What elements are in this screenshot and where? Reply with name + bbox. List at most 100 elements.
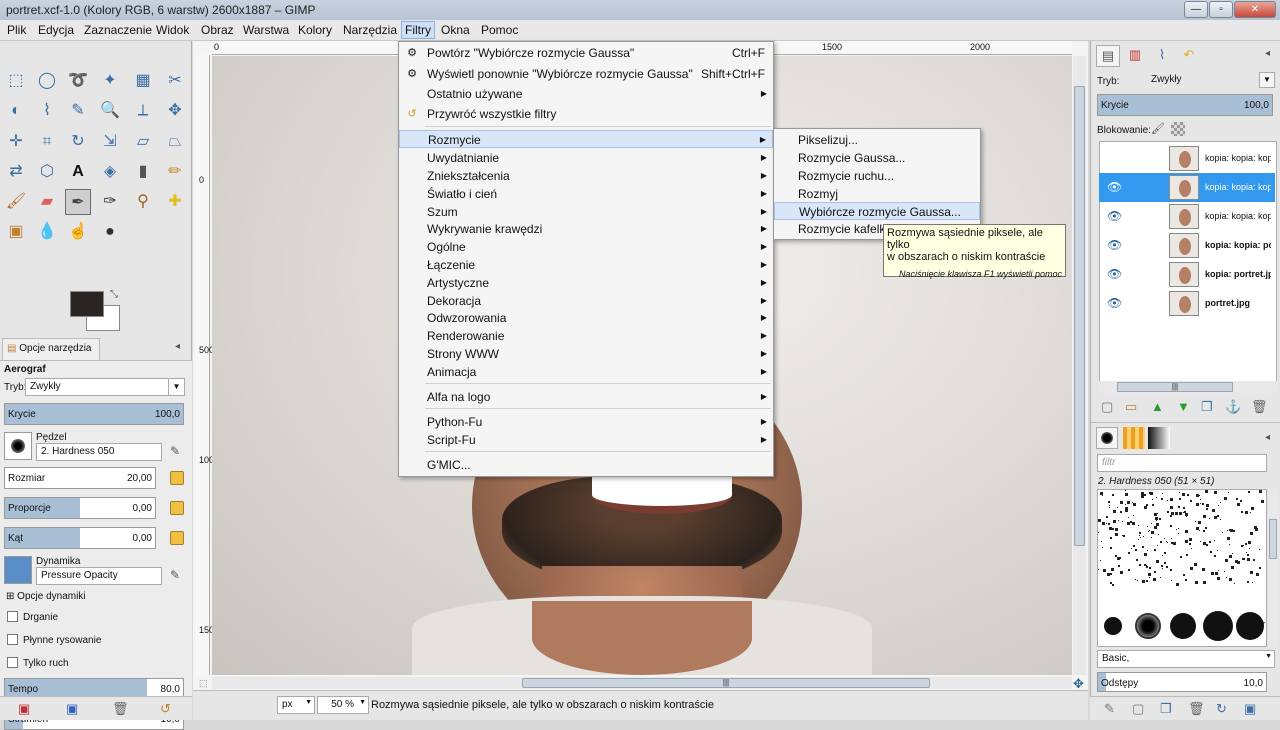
gradient-icon[interactable]: ▮	[130, 159, 156, 185]
swap-colors-icon[interactable]: ⤡	[110, 289, 118, 300]
quick-mask-icon[interactable]: ⬚	[199, 678, 208, 689]
paintbrush-icon[interactable]: 🖌	[3, 189, 29, 215]
brush-preset[interactable]	[1104, 617, 1122, 635]
minimize-button[interactable]: —	[1184, 1, 1208, 18]
delete-layer-icon[interactable]: 🗑	[1251, 399, 1268, 415]
zoom-icon[interactable]: 🔍	[97, 98, 123, 124]
brush-grid[interactable]: ★	[1097, 489, 1267, 647]
menu-tools[interactable]: Narzędzia	[343, 23, 397, 37]
cage-icon[interactable]: ⬡	[34, 159, 60, 185]
menu-group-edge-detect[interactable]: Wykrywanie krawędzi ▶	[399, 220, 773, 238]
tab-channels-icon[interactable]: ▥	[1123, 45, 1147, 67]
menu-group-generic[interactable]: Ogólne ▶	[399, 238, 773, 256]
layer-row[interactable]: kopia: kopia: kop	[1099, 144, 1275, 173]
menu-select[interactable]: Zaznaczenie	[84, 23, 152, 37]
brush-tag-field[interactable]: Basic, ▼	[1097, 650, 1275, 668]
menu-group-light-shadow[interactable]: Światło i cień ▶	[399, 185, 773, 203]
layers-hscroll[interactable]: |||	[1099, 381, 1277, 393]
tab-paths-icon[interactable]: ⌇	[1150, 45, 1174, 67]
scale-icon[interactable]: ⇲	[97, 129, 123, 155]
ink-icon[interactable]: ✑	[97, 189, 123, 215]
tab-undo-icon[interactable]: ↶	[1177, 45, 1201, 67]
tab-layers-icon[interactable]: ▤	[1096, 45, 1120, 67]
flip-icon[interactable]: ⇄	[3, 159, 29, 185]
layer-row[interactable]: 👁 kopia: kopia: po	[1099, 231, 1275, 260]
visibility-eye-icon[interactable]: 👁	[1107, 296, 1122, 310]
delete-options-icon[interactable]: 🗑	[112, 701, 129, 717]
lock-pixels-icon[interactable]: 🖌	[1151, 122, 1165, 135]
smooth-checkbox[interactable]	[7, 634, 18, 645]
menu-view[interactable]: Widok	[156, 23, 189, 37]
lock-alpha-icon[interactable]	[1171, 122, 1185, 136]
open-brush-editor-icon[interactable]: ▣	[1244, 701, 1256, 717]
brush-preset[interactable]	[1203, 611, 1233, 641]
clone-icon[interactable]: ⚲	[130, 189, 156, 215]
edit-dynamics-icon[interactable]: ✎	[170, 568, 180, 582]
unit-select[interactable]: px ▼	[277, 696, 315, 714]
menu-repeat-filter[interactable]: ⚙ Powtórz "Wybiórcze rozmycie Gaussa" Ctrl…	[399, 44, 773, 62]
perspective-icon[interactable]: ⏢	[162, 129, 188, 155]
pencil-icon[interactable]: ✏	[162, 159, 188, 185]
dynamics-preview[interactable]	[4, 556, 32, 584]
size-slider[interactable]: Rozmiar 20,00	[4, 467, 156, 489]
reset-angle-icon[interactable]	[170, 531, 184, 545]
brush-preset[interactable]	[1170, 613, 1196, 639]
crop-icon[interactable]: ⌗	[34, 129, 60, 155]
scissors-icon[interactable]: ✂	[162, 68, 188, 94]
bucket-fill-icon[interactable]: ◈	[97, 159, 123, 185]
layer-row[interactable]: 👁 kopia: kopia: kop	[1099, 202, 1275, 231]
menu-group-blur[interactable]: Rozmycie ▶	[399, 130, 773, 148]
configure-tab-icon[interactable]: ◂	[1265, 432, 1270, 443]
new-layer-icon[interactable]: ▢	[1101, 399, 1113, 415]
menu-blur[interactable]: Rozmyj	[774, 185, 980, 203]
fuzzy-select-icon[interactable]: ✦	[97, 68, 123, 94]
layer-row[interactable]: 👁 kopia: kopia: kop	[1099, 173, 1275, 202]
menu-file[interactable]: Plik	[7, 23, 26, 37]
angle-slider[interactable]: Kąt 0,00	[4, 527, 156, 549]
menu-python-fu[interactable]: Python-Fu ▶	[399, 413, 773, 431]
new-group-icon[interactable]: ▭	[1125, 399, 1137, 415]
brush-vscroll[interactable]	[1268, 489, 1278, 647]
reset-ratio-icon[interactable]	[170, 501, 184, 515]
rect-select-icon[interactable]: ⬚	[3, 68, 29, 94]
menu-alpha-to-logo[interactable]: Alfa na logo ▶	[399, 388, 773, 406]
zoom-select[interactable]: 50 % ▼	[317, 696, 369, 714]
layer-row[interactable]: 👁 portret.jpg	[1099, 289, 1275, 318]
duplicate-brush-icon[interactable]: ❐	[1160, 701, 1172, 717]
menu-reset-filters[interactable]: ↺ Przywróć wszystkie filtry	[399, 105, 773, 123]
menu-filters[interactable]: Filtry	[401, 21, 435, 39]
dynamics-options-expander[interactable]: ⊞ Opcje dynamiki	[6, 591, 86, 602]
layer-row[interactable]: 👁 kopia: portret.jp	[1099, 260, 1275, 289]
measure-icon[interactable]: ⟂	[130, 98, 156, 124]
tab-gradients-icon[interactable]	[1148, 427, 1170, 449]
shear-icon[interactable]: ▱	[130, 129, 156, 155]
color-select-icon[interactable]: ▦	[130, 68, 156, 94]
brush-preview[interactable]	[4, 432, 32, 460]
vertical-scroll-thumb[interactable]	[1074, 86, 1085, 546]
tab-patterns-icon[interactable]	[1123, 427, 1145, 449]
menu-reshow-filter[interactable]: ⚙ Wyświetl ponownie "Wybiórcze rozmycie G…	[399, 65, 773, 83]
paths-icon[interactable]: ⌇	[34, 98, 60, 124]
menu-motion-blur[interactable]: Rozmycie ruchu...	[774, 167, 980, 185]
restore-options-icon[interactable]: ▣	[66, 701, 78, 717]
menu-gmic[interactable]: G'MIC...	[399, 456, 773, 474]
menu-group-map[interactable]: Odwzorowania ▶	[399, 309, 773, 327]
menu-gaussian-blur[interactable]: Rozmycie Gaussa...	[774, 149, 980, 167]
menu-edit[interactable]: Edycja	[38, 23, 74, 37]
menu-colors[interactable]: Kolory	[298, 23, 332, 37]
layer-opacity-slider[interactable]: Krycie 100,0	[1097, 94, 1273, 116]
menu-help[interactable]: Pomoc	[481, 23, 518, 37]
rotate-icon[interactable]: ↻	[65, 129, 91, 155]
align-icon[interactable]: ✛	[3, 129, 29, 155]
anchor-layer-icon[interactable]: ⚓	[1225, 399, 1241, 415]
menu-image[interactable]: Obraz	[201, 23, 234, 37]
menu-recent[interactable]: Ostatnio używane ▶	[399, 85, 773, 103]
raise-layer-icon[interactable]: ▲	[1151, 399, 1164, 414]
new-brush-icon[interactable]: ▢	[1132, 701, 1144, 717]
visibility-eye-icon[interactable]: 👁	[1107, 238, 1122, 252]
menu-group-combine[interactable]: Łączenie ▶	[399, 256, 773, 274]
refresh-brushes-icon[interactable]: ↻	[1216, 701, 1227, 717]
menu-layer[interactable]: Warstwa	[243, 23, 289, 37]
tab-brushes-icon[interactable]	[1096, 427, 1118, 449]
text-icon[interactable]: A	[65, 159, 91, 185]
